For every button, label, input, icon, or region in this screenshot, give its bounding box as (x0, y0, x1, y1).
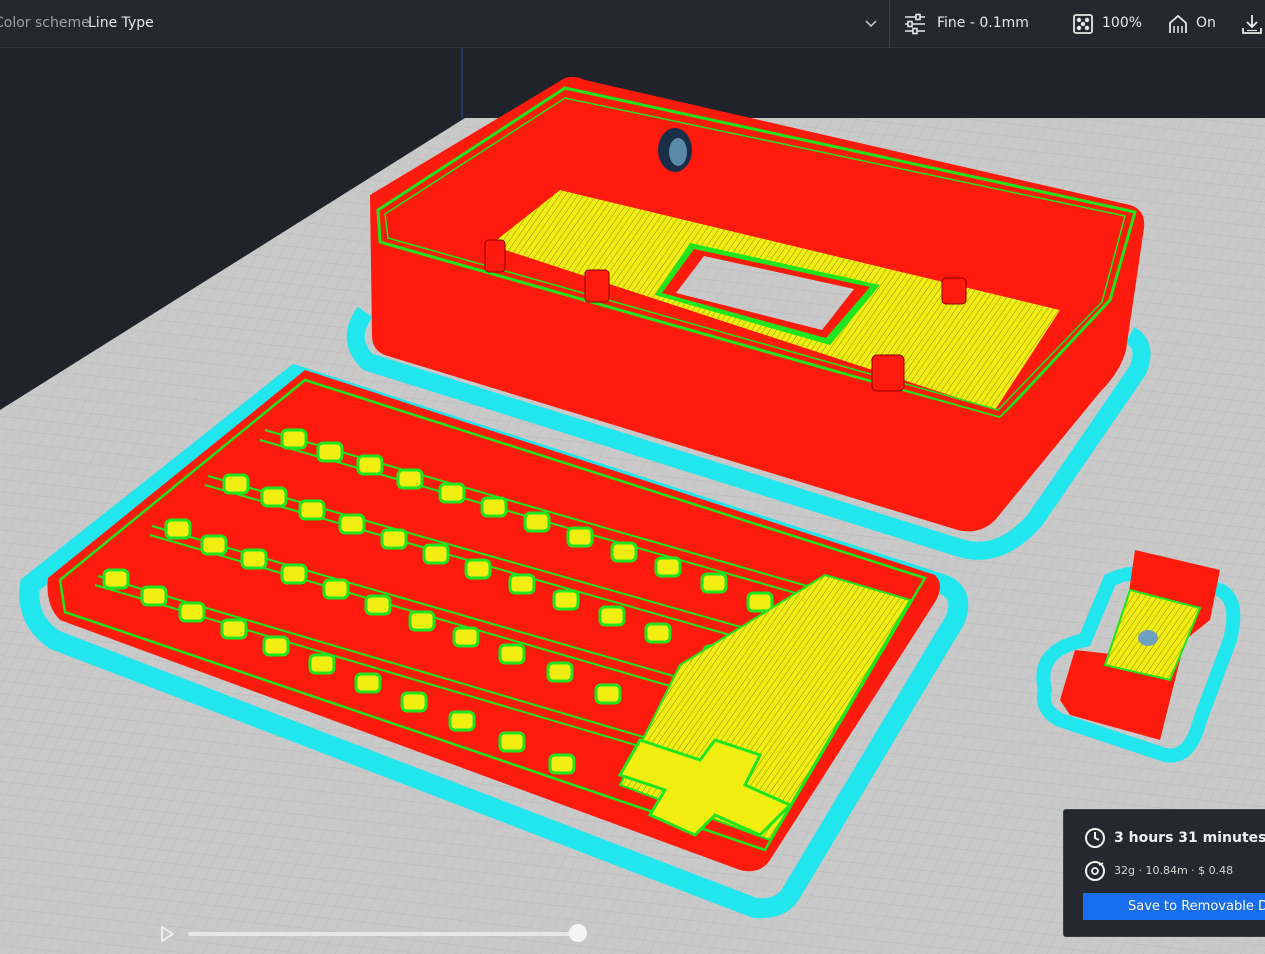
infill-icon[interactable] (1071, 12, 1095, 36)
print-estimate-panel: 3 hours 31 minutes 32g · 10.84m · $ 0.48… (1063, 809, 1265, 937)
toolbar-divider (889, 0, 890, 48)
play-icon[interactable] (158, 925, 176, 943)
download-icon[interactable] (1240, 12, 1264, 36)
spool-icon (1085, 861, 1105, 881)
simulation-slider-track[interactable] (188, 932, 578, 936)
simulation-slider-handle[interactable] (569, 924, 587, 942)
material-estimate: 32g · 10.84m · $ 0.48 (1114, 864, 1234, 877)
chevron-down-icon[interactable] (862, 14, 880, 32)
support-value[interactable]: On (1196, 15, 1216, 31)
toolbar: Color scheme Line Type Fine - 0.1mm 100%… (0, 0, 1265, 48)
color-scheme-label: Color scheme (0, 15, 90, 31)
print-settings-icon[interactable] (903, 12, 927, 36)
support-icon[interactable] (1166, 12, 1190, 36)
infill-value[interactable]: 100% (1102, 15, 1142, 31)
quality-profile[interactable]: Fine - 0.1mm (937, 15, 1029, 31)
clock-icon (1085, 828, 1105, 848)
color-scheme-dropdown[interactable]: Line Type (88, 15, 154, 31)
save-to-removable-drive-button[interactable]: Save to Removable Drive (1083, 893, 1265, 920)
print-time: 3 hours 31 minutes (1114, 830, 1265, 846)
